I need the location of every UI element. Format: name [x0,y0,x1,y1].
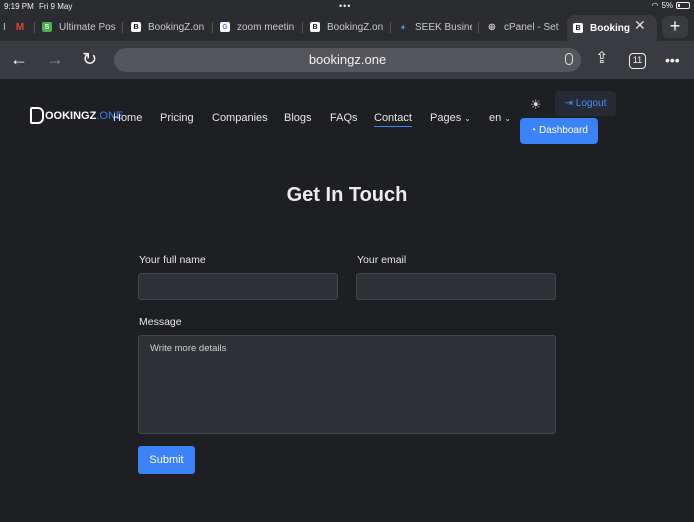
submit-button[interactable]: Submit [138,446,195,474]
bookingzone-icon: B [131,22,141,32]
browser-toolbar: ← → ↻ bookingz.one ⇪ 11 ••• [0,41,694,79]
green-app-icon: S [42,22,52,32]
nav-companies[interactable]: Companies [212,112,268,124]
url-text: bookingz.one [308,52,387,67]
tab-bookingzone-2[interactable]: B BookingZ.on [310,17,384,37]
message-textarea[interactable] [138,335,556,434]
share-icon[interactable]: ⇪ [595,49,608,69]
close-tab-icon[interactable]: ✕ [634,17,646,34]
reload-icon[interactable]: ↻ [82,49,97,69]
chevron-down-icon: ⌄ [504,114,512,123]
name-input[interactable] [138,273,338,300]
email-label: Your email [357,254,407,266]
tab-cpanel[interactable]: ⊕ cPanel - Set [487,17,559,37]
tab-ultimate-pos[interactable]: S Ultimate Pos [42,17,116,37]
language-selector[interactable]: en ⌄ [489,112,511,124]
seek-icon: ➧ [398,21,408,32]
sun-icon[interactable]: ☀ [530,97,542,113]
nav-pages[interactable]: Pages ⌄ [430,112,471,124]
wifi-icon: ◠ [651,1,659,10]
multitasking-dots-icon[interactable]: ••• [339,1,351,11]
globe-icon: ⊕ [487,21,497,33]
logout-button[interactable]: ⇥ Logout [555,91,616,116]
more-menu-icon[interactable]: ••• [665,50,680,70]
message-label: Message [139,316,182,328]
tab-overview-button[interactable]: 11 [629,53,646,69]
microphone-icon[interactable] [565,53,573,65]
google-icon: G [220,22,230,32]
site-logo[interactable]: OOKINGZ .ONE [30,107,123,124]
gauge-icon: ◔ [530,125,537,136]
chevron-down-icon: ⌄ [464,114,471,123]
tab-bookingzone-1[interactable]: B BookingZ.on [131,17,207,37]
nav-home[interactable]: Home [113,112,142,124]
tab-zoom-meeting[interactable]: Gzoom meetin [220,17,296,37]
new-tab-button[interactable]: + [662,16,688,38]
page-title: Get In Touch [286,184,408,206]
forward-arrow-icon[interactable]: → [46,49,64,69]
tab-bar: I M S Ultimate Pos B BookingZ.on Gzoom mee… [0,13,694,41]
bookingzone-logo-icon [30,107,44,124]
dashboard-button[interactable]: ◔ Dashboard [520,118,598,144]
status-bar: 9:19 PM Fri 9 May ••• ◠ 5% [0,0,694,13]
logout-icon: ⇥ [564,98,573,109]
status-date: Fri 9 May [39,2,73,11]
gmail-tab[interactable]: M [15,17,32,37]
battery-icon [676,2,690,9]
gmail-icon: M [15,21,25,33]
battery-percent: 5% [661,1,673,10]
name-label: Your full name [139,254,206,266]
tab-partial[interactable]: I [3,17,6,37]
nav-pricing[interactable]: Pricing [160,112,194,124]
address-bar[interactable]: bookingz.one [114,48,581,72]
bookingzone-icon: B [310,22,320,32]
nav-blogs[interactable]: Blogs [284,112,312,124]
nav-faqs[interactable]: FAQs [330,112,358,124]
status-time: 9:19 PM [4,2,34,11]
nav-contact[interactable]: Contact [374,112,412,127]
bookingzone-icon: B [573,23,583,33]
email-input[interactable] [356,273,556,300]
back-arrow-icon[interactable]: ← [10,49,28,69]
tab-seek-business[interactable]: ➧ SEEK Busine [398,17,472,37]
